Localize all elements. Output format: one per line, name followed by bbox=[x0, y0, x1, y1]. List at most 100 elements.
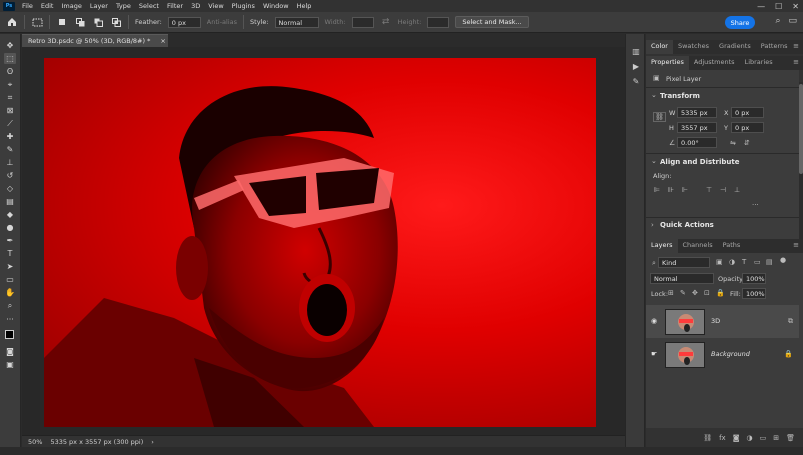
chevron-right-icon[interactable]: › bbox=[651, 221, 654, 229]
lasso-tool-icon[interactable]: ʘ bbox=[4, 66, 16, 77]
more-tools-icon[interactable]: ··· bbox=[4, 314, 16, 325]
tab-channels[interactable]: Channels bbox=[678, 239, 718, 253]
stamp-tool-icon[interactable]: ⊥ bbox=[4, 157, 16, 168]
panel-menu-icon[interactable]: ≡ bbox=[793, 42, 799, 50]
x-field[interactable]: 0 px bbox=[731, 107, 764, 118]
lock-artboard-icon[interactable]: ⊡ bbox=[704, 289, 710, 297]
tab-adjustments[interactable]: Adjustments bbox=[689, 56, 740, 70]
layer-name[interactable]: 3D bbox=[711, 317, 720, 325]
lock-all-icon[interactable]: 🔒 bbox=[716, 289, 725, 297]
search-icon[interactable]: ⌕ bbox=[775, 16, 780, 26]
tab-swatches[interactable]: Swatches bbox=[673, 40, 714, 54]
marquee-tool-icon[interactable]: ⬚ bbox=[4, 53, 16, 64]
tab-paths[interactable]: Paths bbox=[718, 239, 746, 253]
marquee-tool-icon[interactable] bbox=[31, 16, 43, 28]
menu-filter[interactable]: Filter bbox=[163, 2, 187, 10]
canvas-image[interactable] bbox=[44, 58, 596, 427]
pen-tool-icon[interactable]: ✒ bbox=[4, 235, 16, 246]
tab-patterns[interactable]: Patterns bbox=[756, 40, 793, 54]
align-right-icon[interactable]: ⊩ bbox=[682, 186, 688, 194]
feather-input[interactable]: 0 px bbox=[167, 16, 201, 28]
menu-3d[interactable]: 3D bbox=[187, 2, 204, 10]
lock-position-icon[interactable]: ✥ bbox=[692, 289, 698, 297]
quick-mask-icon[interactable]: ◙ bbox=[4, 346, 16, 357]
history-brush-tool-icon[interactable]: ↺ bbox=[4, 170, 16, 181]
link-layers-icon[interactable]: ⛓ bbox=[703, 434, 712, 442]
path-select-tool-icon[interactable]: ➤ bbox=[4, 261, 16, 272]
move-tool-icon[interactable]: ✥ bbox=[4, 40, 16, 51]
align-center-h-icon[interactable]: ⊪ bbox=[668, 186, 674, 194]
menu-file[interactable]: File bbox=[18, 2, 37, 10]
layer-name[interactable]: Background bbox=[711, 350, 750, 358]
brush-tool-icon[interactable]: ✎ bbox=[4, 144, 16, 155]
flip-horizontal-icon[interactable]: ⇋ bbox=[730, 139, 736, 147]
zoom-tool-icon[interactable]: ⌕ bbox=[4, 300, 16, 311]
menu-help[interactable]: Help bbox=[293, 2, 316, 10]
width-field[interactable]: 5335 px bbox=[677, 107, 717, 118]
rectangle-tool-icon[interactable]: ▭ bbox=[4, 274, 16, 285]
maximize-icon[interactable]: ☐ bbox=[775, 2, 782, 11]
status-menu-arrow[interactable]: › bbox=[151, 438, 154, 446]
screen-mode-icon[interactable]: ▣ bbox=[4, 359, 16, 370]
subtract-selection-icon[interactable] bbox=[92, 16, 104, 28]
workspace-icon[interactable]: ▭ bbox=[788, 16, 797, 26]
share-button[interactable]: Share bbox=[725, 16, 755, 29]
brush-settings-icon[interactable]: ✎ bbox=[631, 76, 641, 86]
quick-select-tool-icon[interactable]: ⌖ bbox=[4, 79, 16, 90]
tab-properties[interactable]: Properties bbox=[646, 56, 689, 70]
blur-tool-icon[interactable]: ◆ bbox=[4, 209, 16, 220]
quick-actions-title[interactable]: Quick Actions bbox=[660, 221, 714, 229]
style-select[interactable]: Normal bbox=[274, 16, 319, 28]
width-input[interactable] bbox=[351, 16, 374, 28]
antialias-checkbox[interactable]: Anti-alias bbox=[207, 18, 237, 26]
add-selection-icon[interactable] bbox=[74, 16, 86, 28]
lock-pixels-icon[interactable]: ✎ bbox=[680, 289, 686, 297]
close-icon[interactable]: ✕ bbox=[792, 2, 799, 11]
tab-layers[interactable]: Layers bbox=[646, 239, 678, 253]
menu-select[interactable]: Select bbox=[135, 2, 163, 10]
filter-smart-object-icon[interactable]: ▤ bbox=[766, 258, 773, 266]
height-input[interactable] bbox=[427, 16, 450, 28]
menu-view[interactable]: View bbox=[204, 2, 227, 10]
menu-image[interactable]: Image bbox=[57, 2, 85, 10]
filter-pixel-icon[interactable]: ▣ bbox=[716, 258, 723, 266]
new-layer-icon[interactable]: ⊞ bbox=[773, 434, 779, 442]
select-and-mask-button[interactable]: Select and Mask... bbox=[455, 16, 529, 28]
filter-type-icon[interactable]: T bbox=[742, 258, 746, 266]
tab-gradients[interactable]: Gradients bbox=[714, 40, 756, 54]
foreground-color-swatch[interactable] bbox=[5, 330, 14, 339]
home-icon[interactable] bbox=[6, 16, 18, 28]
align-title[interactable]: Align and Distribute bbox=[660, 158, 739, 166]
hand-tool-icon[interactable]: ✋ bbox=[4, 287, 16, 298]
opacity-field[interactable]: 100% bbox=[742, 273, 766, 284]
frame-tool-icon[interactable]: ⊠ bbox=[4, 105, 16, 116]
swap-icon[interactable]: ⇄ bbox=[380, 16, 392, 28]
blend-mode-select[interactable]: Normal bbox=[650, 273, 714, 284]
panel-menu-icon[interactable]: ≡ bbox=[793, 58, 799, 66]
y-field[interactable]: 0 px bbox=[731, 122, 764, 133]
menu-type[interactable]: Type bbox=[112, 2, 135, 10]
new-selection-icon[interactable] bbox=[56, 16, 68, 28]
minimize-icon[interactable]: — bbox=[757, 2, 765, 11]
visibility-eye-icon[interactable]: ◉ bbox=[651, 317, 657, 325]
menu-window[interactable]: Window bbox=[259, 2, 293, 10]
healing-tool-icon[interactable]: ✚ bbox=[4, 131, 16, 142]
document-tab[interactable]: Retro 3D.psdc @ 50% (3D, RGB/8#) * × bbox=[22, 34, 168, 47]
new-adjustment-icon[interactable]: ◑ bbox=[747, 434, 753, 442]
panel-menu-icon[interactable]: ≡ bbox=[793, 241, 799, 249]
delete-layer-icon[interactable]: 🗑 bbox=[786, 434, 795, 442]
filter-adjustment-icon[interactable]: ◑ bbox=[729, 258, 735, 266]
link-icon[interactable]: ⛓ bbox=[653, 112, 666, 122]
menu-edit[interactable]: Edit bbox=[37, 2, 58, 10]
properties-scrollbar[interactable] bbox=[799, 82, 803, 262]
transform-title[interactable]: Transform bbox=[660, 92, 700, 100]
intersect-selection-icon[interactable] bbox=[110, 16, 122, 28]
add-mask-icon[interactable]: ◙ bbox=[733, 434, 740, 442]
layer-row-3d[interactable]: ◉ 3D ⧉ bbox=[646, 305, 799, 338]
align-left-icon[interactable]: ⊫ bbox=[654, 186, 660, 194]
scrollbar-thumb[interactable] bbox=[799, 84, 803, 174]
zoom-level[interactable]: 50% bbox=[28, 438, 42, 446]
filter-toggle-icon[interactable]: ● bbox=[780, 256, 786, 264]
angle-field[interactable]: 0.00° bbox=[677, 137, 717, 148]
tab-libraries[interactable]: Libraries bbox=[740, 56, 778, 70]
